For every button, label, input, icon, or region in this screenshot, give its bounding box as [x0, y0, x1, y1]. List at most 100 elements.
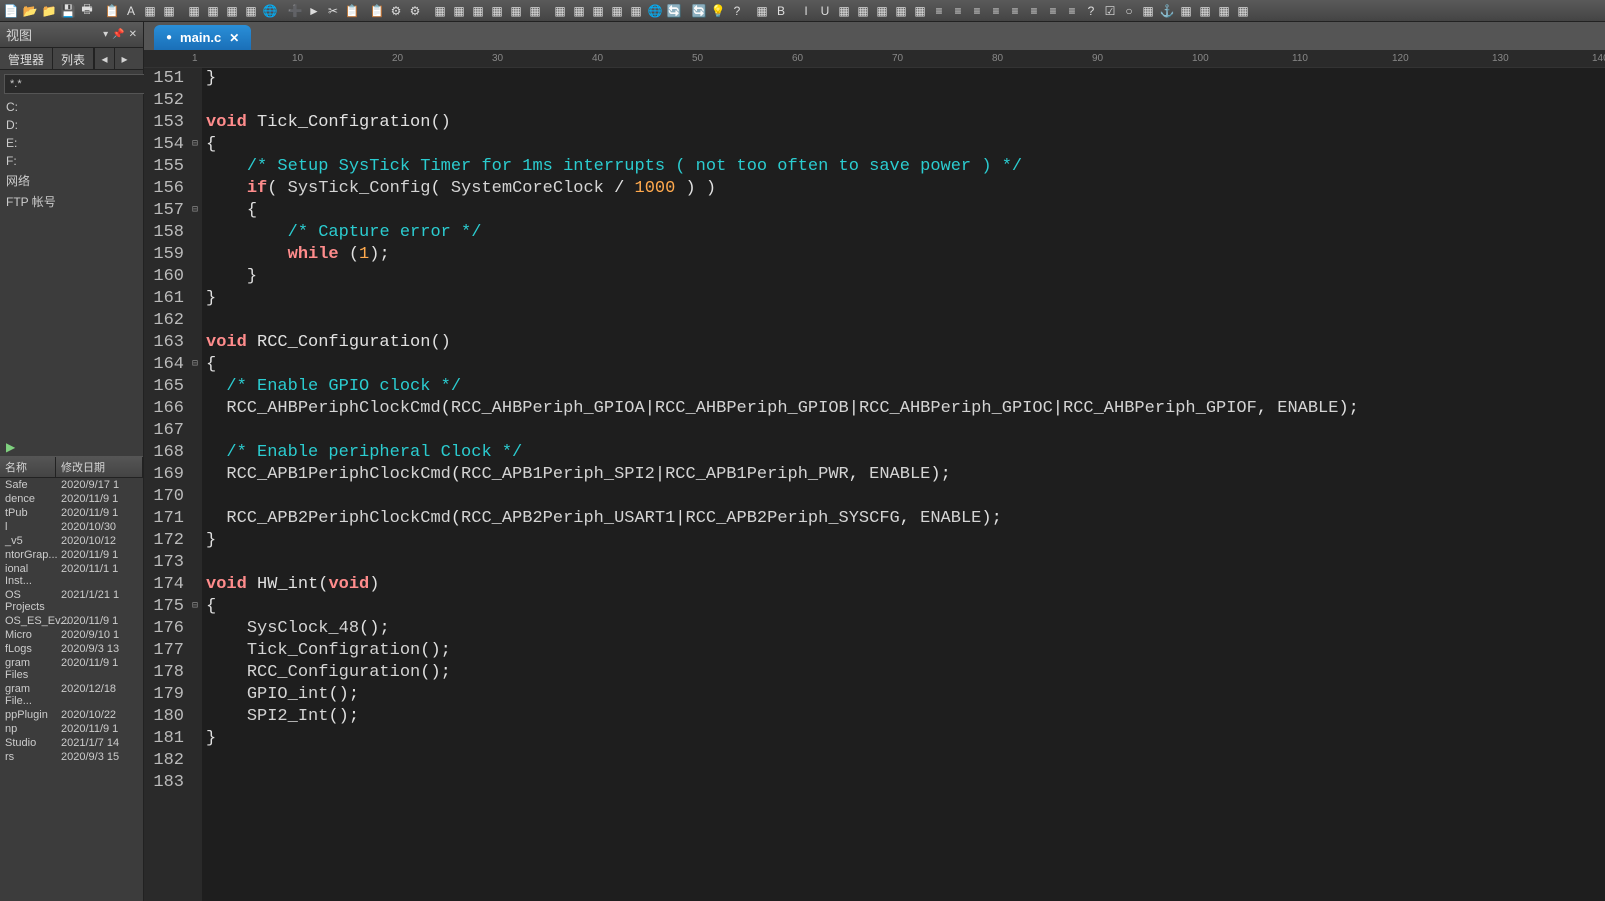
toolbar-icon-32[interactable]: 🌐 — [646, 2, 664, 20]
toolbar-icon-38[interactable]: B — [772, 2, 790, 20]
toolbar-icon-59[interactable]: ▦ — [1177, 2, 1195, 20]
fold-marker[interactable]: ⊟ — [188, 200, 202, 222]
toolbar-icon-27[interactable]: ▦ — [551, 2, 569, 20]
toolbar-icon-5[interactable]: 📋 — [103, 2, 121, 20]
code-line[interactable]: } — [206, 530, 1605, 552]
toolbar-icon-53[interactable]: ≡ — [1063, 2, 1081, 20]
toolbar-icon-17[interactable]: 📋 — [343, 2, 361, 20]
toolbar-icon-60[interactable]: ▦ — [1196, 2, 1214, 20]
toolbar-icon-58[interactable]: ⚓ — [1158, 2, 1176, 20]
toolbar-icon-43[interactable]: ▦ — [873, 2, 891, 20]
code-line[interactable]: RCC_APB1PeriphClockCmd(RCC_APB1Periph_SP… — [206, 464, 1605, 486]
file-row[interactable]: Micro2020/9/10 1 — [0, 628, 143, 642]
code-line[interactable]: { — [206, 134, 1605, 156]
toolbar-icon-8[interactable]: ▦ — [160, 2, 178, 20]
code-line[interactable]: /* Capture error */ — [206, 222, 1605, 244]
toolbar-icon-21[interactable]: ▦ — [431, 2, 449, 20]
play-icon[interactable]: ▶ — [6, 440, 15, 454]
pin-icon[interactable]: 📌 — [112, 29, 124, 40]
toolbar-icon-11[interactable]: ▦ — [223, 2, 241, 20]
nav-next[interactable]: ▸ — [114, 48, 134, 69]
nav-prev[interactable]: ◂ — [94, 48, 114, 69]
toolbar-icon-20[interactable]: ⚙ — [406, 2, 424, 20]
file-list[interactable]: 名称 修改日期 Safe2020/9/17 1dence2020/11/9 1t… — [0, 456, 143, 901]
toolbar-icon-34[interactable]: 🔄 — [690, 2, 708, 20]
toolbar-icon-46[interactable]: ≡ — [930, 2, 948, 20]
code-line[interactable]: /* Setup SysTick Timer for 1ms interrupt… — [206, 156, 1605, 178]
toolbar-icon-13[interactable]: 🌐 — [261, 2, 279, 20]
file-row[interactable]: ional Inst...2020/11/1 1 — [0, 562, 143, 588]
code-line[interactable]: while (1); — [206, 244, 1605, 266]
toolbar-icon-10[interactable]: ▦ — [204, 2, 222, 20]
toolbar-icon-52[interactable]: ≡ — [1044, 2, 1062, 20]
dropdown-icon[interactable]: ▾ — [103, 29, 108, 40]
toolbar-icon-56[interactable]: ○ — [1120, 2, 1138, 20]
file-row[interactable]: OS_ES_Ev...2020/11/9 1 — [0, 614, 143, 628]
toolbar-icon-4[interactable]: 🖶 — [78, 2, 96, 20]
drive-item[interactable]: D: — [0, 116, 143, 134]
toolbar-icon-61[interactable]: ▦ — [1215, 2, 1233, 20]
code-line[interactable]: void HW_int(void) — [206, 574, 1605, 596]
file-row[interactable]: _v52020/10/12 — [0, 534, 143, 548]
code-line[interactable]: RCC_APB2PeriphClockCmd(RCC_APB2Periph_US… — [206, 508, 1605, 530]
fold-marker[interactable]: ⊟ — [188, 354, 202, 376]
code-line[interactable] — [206, 552, 1605, 574]
code-line[interactable]: void RCC_Configuration() — [206, 332, 1605, 354]
toolbar-icon-1[interactable]: 📂 — [21, 2, 39, 20]
drive-tree[interactable]: C:D:E:F:网络FTP 帐号 — [0, 98, 143, 438]
fold-marker[interactable]: ⊟ — [188, 596, 202, 618]
code-line[interactable] — [206, 310, 1605, 332]
toolbar-icon-49[interactable]: ≡ — [987, 2, 1005, 20]
toolbar-icon-55[interactable]: ☑ — [1101, 2, 1119, 20]
code-line[interactable]: { — [206, 596, 1605, 618]
toolbar-icon-44[interactable]: ▦ — [892, 2, 910, 20]
toolbar-icon-62[interactable]: ▦ — [1234, 2, 1252, 20]
toolbar-icon-14[interactable]: ➕ — [286, 2, 304, 20]
toolbar-icon-50[interactable]: ≡ — [1006, 2, 1024, 20]
col-name[interactable]: 名称 — [0, 457, 56, 477]
toolbar-icon-57[interactable]: ▦ — [1139, 2, 1157, 20]
toolbar-icon-19[interactable]: ⚙ — [387, 2, 405, 20]
file-row[interactable]: dence2020/11/9 1 — [0, 492, 143, 506]
code-line[interactable]: RCC_Configuration(); — [206, 662, 1605, 684]
toolbar-icon-42[interactable]: ▦ — [854, 2, 872, 20]
code-line[interactable] — [206, 90, 1605, 112]
file-row[interactable]: rs2020/9/3 15 — [0, 750, 143, 764]
code-line[interactable]: } — [206, 728, 1605, 750]
file-row[interactable]: Studio2021/1/7 14 — [0, 736, 143, 750]
file-row[interactable]: ppPlugin2020/10/22 — [0, 708, 143, 722]
code-line[interactable] — [206, 420, 1605, 442]
file-row[interactable]: fLogs2020/9/3 13 — [0, 642, 143, 656]
file-row[interactable]: np2020/11/9 1 — [0, 722, 143, 736]
toolbar-icon-47[interactable]: ≡ — [949, 2, 967, 20]
drive-item[interactable]: F: — [0, 152, 143, 170]
drive-item[interactable]: E: — [0, 134, 143, 152]
toolbar-icon-0[interactable]: 📄 — [2, 2, 20, 20]
toolbar-icon-12[interactable]: ▦ — [242, 2, 260, 20]
toolbar-icon-36[interactable]: ? — [728, 2, 746, 20]
tab-manager[interactable]: 管理器 — [0, 48, 53, 69]
tab-close-icon[interactable]: ✕ — [229, 31, 239, 45]
file-row[interactable]: ntorGrap...2020/11/9 1 — [0, 548, 143, 562]
code-line[interactable]: } — [206, 288, 1605, 310]
code-line[interactable]: RCC_AHBPeriphClockCmd(RCC_AHBPeriph_GPIO… — [206, 398, 1605, 420]
code-line[interactable]: SysClock_48(); — [206, 618, 1605, 640]
code-line[interactable]: GPIO_int(); — [206, 684, 1605, 706]
toolbar-icon-2[interactable]: 📁 — [40, 2, 58, 20]
filter-input[interactable] — [4, 74, 158, 94]
code-line[interactable]: /* Enable GPIO clock */ — [206, 376, 1605, 398]
code-container[interactable]: 1511521531541551561571581591601611621631… — [144, 68, 1605, 901]
code-lines[interactable]: } void Tick_Configration(){ /* Setup Sys… — [202, 68, 1605, 901]
file-row[interactable]: Safe2020/9/17 1 — [0, 478, 143, 492]
code-line[interactable]: } — [206, 68, 1605, 90]
toolbar-icon-35[interactable]: 💡 — [709, 2, 727, 20]
toolbar-icon-6[interactable]: A — [122, 2, 140, 20]
code-line[interactable]: SPI2_Int(); — [206, 706, 1605, 728]
toolbar-icon-26[interactable]: ▦ — [526, 2, 544, 20]
code-line[interactable]: void Tick_Configration() — [206, 112, 1605, 134]
toolbar-icon-22[interactable]: ▦ — [450, 2, 468, 20]
file-row[interactable]: OS Projects2021/1/21 1 — [0, 588, 143, 614]
toolbar-icon-39[interactable]: I — [797, 2, 815, 20]
toolbar-icon-37[interactable]: ▦ — [753, 2, 771, 20]
code-line[interactable] — [206, 750, 1605, 772]
